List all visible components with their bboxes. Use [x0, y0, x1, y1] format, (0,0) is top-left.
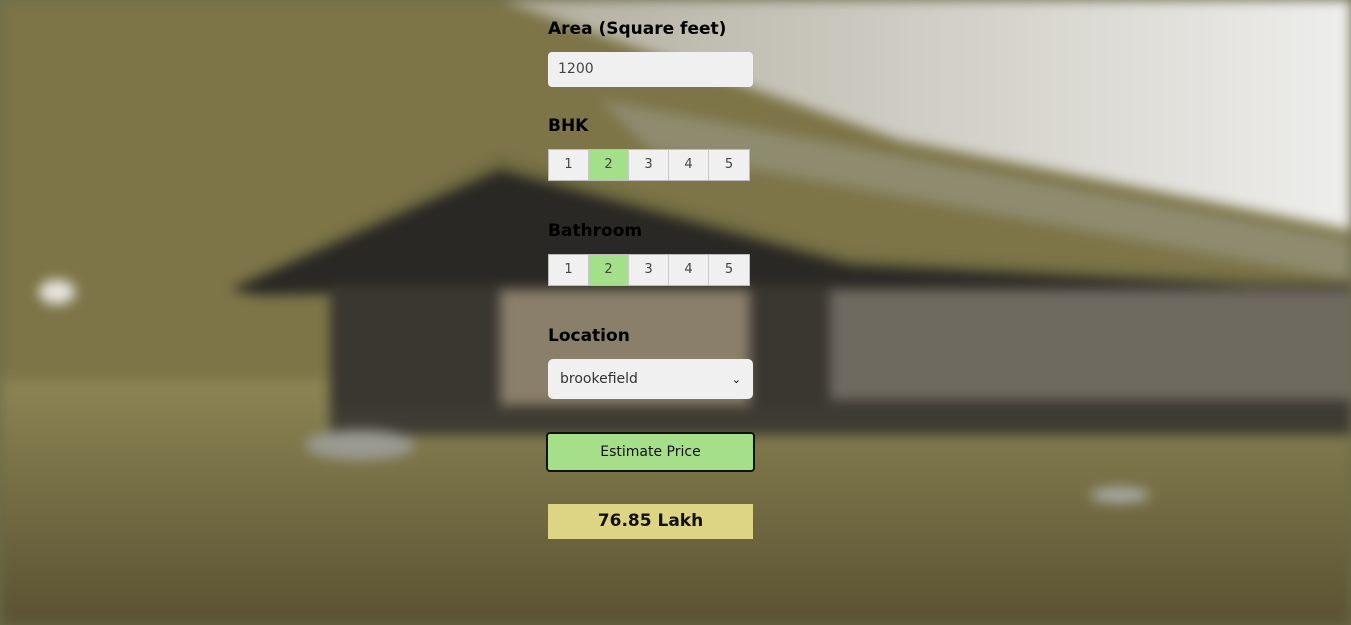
- chevron-down-icon: ⌄: [731, 372, 741, 386]
- bathroom-option-2[interactable]: 2: [589, 255, 629, 285]
- location-select[interactable]: brookefield ⌄: [548, 359, 753, 399]
- bhk-label: BHK: [548, 116, 589, 136]
- bathroom-label: Bathroom: [548, 221, 643, 241]
- location-label: Location: [548, 326, 630, 346]
- area-label: Area (Square feet): [548, 19, 727, 39]
- price-result: 76.85 Lakh: [548, 504, 753, 539]
- bhk-option-2[interactable]: 2: [589, 150, 629, 180]
- bathroom-option-1[interactable]: 1: [549, 255, 589, 285]
- bhk-radio-group: 1 2 3 4 5: [548, 149, 750, 181]
- area-input[interactable]: 1200: [548, 52, 753, 87]
- bhk-option-4[interactable]: 4: [669, 150, 709, 180]
- bathroom-option-4[interactable]: 4: [669, 255, 709, 285]
- bathroom-radio-group: 1 2 3 4 5: [548, 254, 750, 286]
- bhk-option-5[interactable]: 5: [709, 150, 749, 180]
- location-selected-value: brookefield: [560, 371, 638, 387]
- bathroom-option-3[interactable]: 3: [629, 255, 669, 285]
- bhk-option-3[interactable]: 3: [629, 150, 669, 180]
- bathroom-option-5[interactable]: 5: [709, 255, 749, 285]
- bhk-option-1[interactable]: 1: [549, 150, 589, 180]
- estimate-price-button[interactable]: Estimate Price: [546, 432, 755, 472]
